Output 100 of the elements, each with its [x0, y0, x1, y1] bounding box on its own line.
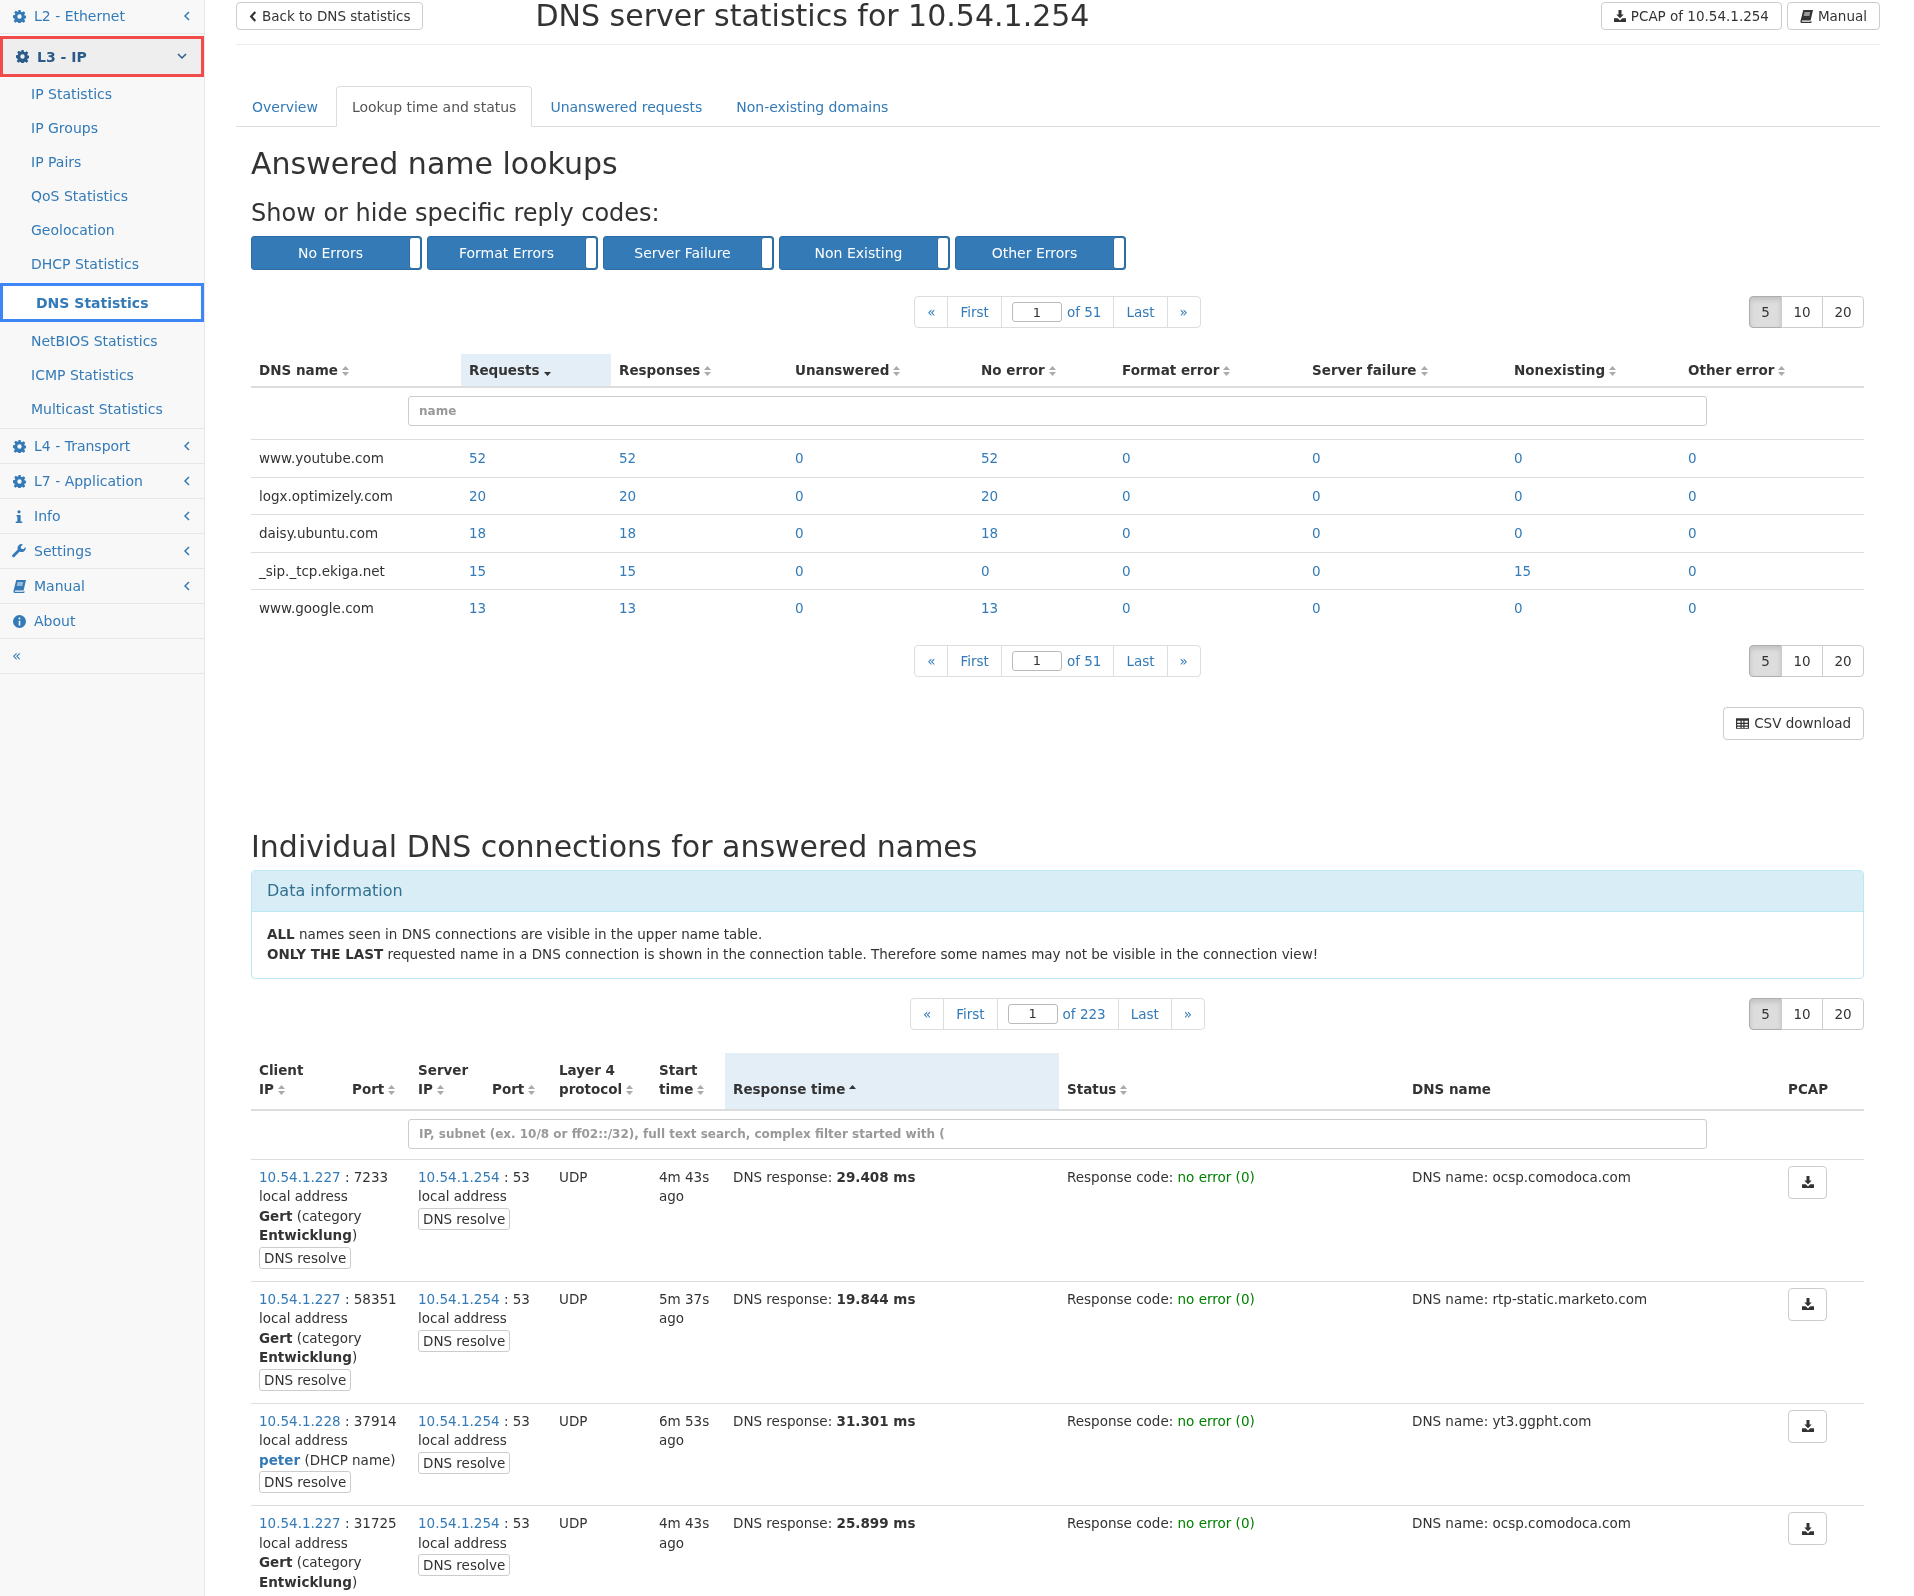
count-link[interactable]: 0 — [1680, 589, 1864, 627]
count-link[interactable]: 18 — [973, 514, 1114, 552]
count-link[interactable]: 0 — [787, 439, 973, 477]
previous-page-button[interactable]: « — [915, 297, 949, 327]
back-button[interactable]: Back to DNS statistics — [236, 2, 424, 30]
count-link[interactable]: 0 — [1304, 439, 1506, 477]
count-link[interactable]: 0 — [1506, 477, 1680, 515]
manual-button[interactable]: Manual — [1786, 2, 1880, 30]
nav-group-item[interactable]: L4 - Transport — [0, 429, 204, 464]
next-page-button[interactable]: » — [1171, 998, 1205, 1029]
last-page-button[interactable]: Last — [1114, 297, 1168, 327]
ip-link[interactable]: 10.54.1.228 — [259, 1412, 341, 1429]
page-size-button[interactable]: 20 — [1822, 997, 1864, 1030]
column-header[interactable]: Requests — [461, 354, 611, 387]
nav-item[interactable]: DNS Statistics — [0, 283, 204, 322]
count-link[interactable]: 52 — [611, 439, 787, 477]
next-page-button[interactable]: » — [1167, 645, 1200, 676]
ip-link[interactable]: 10.54.1.254 — [418, 1290, 500, 1307]
nav-item[interactable]: QoS Statistics — [0, 179, 204, 213]
last-page-button[interactable]: Last — [1118, 998, 1172, 1029]
count-link[interactable]: 20 — [461, 477, 611, 515]
ip-link[interactable]: 10.54.1.254 — [418, 1412, 500, 1429]
page-size-button[interactable]: 10 — [1781, 997, 1823, 1030]
host-link[interactable]: peter — [259, 1451, 301, 1468]
count-link[interactable]: 18 — [461, 514, 611, 552]
nav-item[interactable]: IP Groups — [0, 111, 204, 145]
nav-group-item[interactable]: L2 - Ethernet — [0, 0, 204, 34]
nav-item[interactable]: DHCP Statistics — [0, 247, 204, 281]
column-header[interactable]: Layer 4 protocol — [551, 1052, 651, 1110]
collapse-sidebar-button[interactable]: « — [0, 639, 204, 674]
nav-group-item[interactable]: Settings — [0, 534, 204, 569]
count-link[interactable]: 0 — [787, 589, 973, 627]
page-input[interactable]: 1 — [1007, 1003, 1058, 1024]
count-link[interactable]: 52 — [973, 439, 1114, 477]
nav-group-item[interactable]: Info — [0, 499, 204, 534]
nav-item[interactable]: ICMP Statistics — [0, 358, 204, 392]
first-page-button[interactable]: First — [948, 297, 1002, 327]
tab[interactable]: Non-existing domains — [720, 86, 905, 127]
column-header[interactable]: Unanswered — [787, 354, 973, 387]
filter-field[interactable]: name — [408, 396, 1707, 426]
tab[interactable]: Unanswered requests — [534, 86, 719, 127]
count-link[interactable]: 0 — [787, 552, 973, 590]
count-link[interactable]: 15 — [1506, 552, 1680, 590]
page-size-button[interactable]: 5 — [1749, 997, 1782, 1030]
reply-code-toggle[interactable]: Server Failure — [603, 236, 774, 270]
count-link[interactable]: 52 — [461, 439, 611, 477]
nav-item[interactable]: NetBIOS Statistics — [0, 324, 204, 358]
count-link[interactable]: 0 — [1506, 589, 1680, 627]
count-link[interactable]: 15 — [461, 552, 611, 590]
column-header[interactable]: Server failure — [1304, 354, 1506, 387]
dns-resolve-button[interactable]: DNS resolve — [418, 1207, 511, 1230]
pcap-download-button[interactable] — [1788, 1512, 1827, 1545]
count-link[interactable]: 0 — [1506, 439, 1680, 477]
count-link[interactable]: 0 — [787, 477, 973, 515]
previous-page-button[interactable]: « — [915, 645, 949, 676]
page-input[interactable]: 1 — [1011, 302, 1062, 322]
csv-download-button[interactable]: CSV download — [1723, 706, 1864, 740]
column-header[interactable]: Client IP — [251, 1052, 344, 1110]
nav-item[interactable]: IP Statistics — [0, 77, 204, 111]
count-link[interactable]: 13 — [461, 589, 611, 627]
last-page-button[interactable]: Last — [1114, 645, 1168, 676]
count-link[interactable]: 0 — [787, 514, 973, 552]
filter-field[interactable]: IP, subnet (ex. 10/8 or ff02::/32), full text search, complex filter started with ( — [408, 1118, 1707, 1149]
dns-resolve-button[interactable]: DNS resolve — [418, 1451, 511, 1474]
nav-group-item[interactable]: Manual — [0, 569, 204, 604]
nav-item[interactable]: IP Pairs — [0, 145, 204, 179]
count-link[interactable]: 0 — [1680, 477, 1864, 515]
count-link[interactable]: 0 — [1114, 589, 1304, 627]
pcap-download-button[interactable] — [1788, 1409, 1827, 1443]
reply-code-toggle[interactable]: Non Existing — [779, 236, 950, 270]
count-link[interactable]: 0 — [973, 552, 1114, 590]
count-link[interactable]: 0 — [1114, 552, 1304, 590]
first-page-button[interactable]: First — [948, 645, 1002, 676]
ip-link[interactable]: 10.54.1.254 — [418, 1515, 500, 1531]
count-link[interactable]: 20 — [611, 477, 787, 515]
ip-link[interactable]: 10.54.1.227 — [259, 1168, 341, 1185]
dns-resolve-button[interactable]: DNS resolve — [418, 1554, 511, 1576]
nav-group-item[interactable]: L7 - Application — [0, 464, 204, 499]
nav-item[interactable]: Multicast Statistics — [0, 392, 204, 426]
count-link[interactable]: 0 — [1114, 439, 1304, 477]
dns-resolve-button[interactable]: DNS resolve — [259, 1368, 352, 1391]
page-size-button[interactable]: 20 — [1822, 296, 1864, 328]
count-link[interactable]: 15 — [611, 552, 787, 590]
nav-group-item[interactable]: About — [0, 604, 204, 639]
reply-code-toggle[interactable]: Format Errors — [427, 236, 598, 270]
ip-link[interactable]: 10.54.1.227 — [259, 1515, 341, 1531]
dns-resolve-button[interactable]: DNS resolve — [259, 1246, 352, 1269]
dns-resolve-button[interactable]: DNS resolve — [418, 1329, 511, 1352]
count-link[interactable]: 0 — [1304, 477, 1506, 515]
count-link[interactable]: 0 — [1506, 514, 1680, 552]
column-header[interactable]: Other error — [1680, 354, 1864, 387]
page-size-button[interactable]: 10 — [1781, 644, 1823, 677]
count-link[interactable]: 0 — [1304, 514, 1506, 552]
count-link[interactable]: 0 — [1680, 552, 1864, 590]
column-header[interactable]: Server IP — [410, 1052, 484, 1110]
column-header[interactable]: No error — [973, 354, 1114, 387]
count-link[interactable]: 0 — [1680, 439, 1864, 477]
column-header[interactable]: Responses — [611, 354, 787, 387]
nav-item[interactable]: Geolocation — [0, 213, 204, 247]
dns-resolve-button[interactable]: DNS resolve — [259, 1471, 352, 1493]
